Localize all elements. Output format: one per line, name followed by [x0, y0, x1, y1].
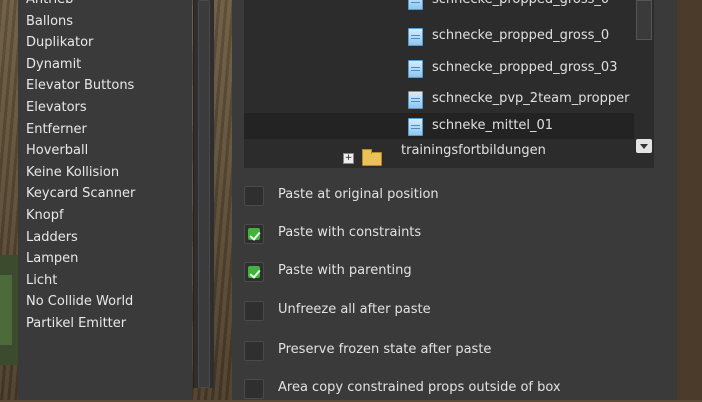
option-label: Unfreeze all after paste	[278, 302, 431, 317]
file-icon	[408, 60, 423, 78]
file-tree-scrollbar-thumb[interactable]	[636, 0, 652, 40]
checkbox[interactable]	[244, 301, 264, 321]
tree-file-label: schnecke_propped_gross_0	[432, 28, 610, 43]
option-unfreeze-all[interactable]: Unfreeze all after paste	[244, 296, 664, 322]
tool-category-item[interactable]: Elevators	[18, 97, 192, 119]
tool-list-scrollbar-thumb[interactable]	[198, 0, 210, 388]
tool-category-item[interactable]: No Collide World	[18, 291, 192, 313]
tool-category-item[interactable]: Entferner	[18, 119, 192, 141]
tree-folder-row[interactable]: + trainingsfortbildungen	[244, 144, 654, 168]
tool-category-item[interactable]: Hoverball	[18, 140, 192, 162]
checkbox[interactable]	[244, 186, 264, 206]
tool-category-item[interactable]: Partikel Emitter	[18, 313, 192, 335]
option-preserve-frozen-state[interactable]: Preserve frozen state after paste	[244, 336, 664, 362]
tool-category-item[interactable]: Ladders	[18, 227, 192, 249]
tool-list-scrollbar[interactable]	[193, 0, 214, 388]
tool-category-item[interactable]: Dynamit	[18, 54, 192, 76]
chevron-down-icon[interactable]	[636, 139, 652, 153]
checkbox[interactable]	[244, 341, 264, 361]
tool-category-list: AntriebBallonsDuplikatorDynamitElevator …	[18, 0, 192, 400]
tool-category-item[interactable]: Licht	[18, 270, 192, 292]
tree-file-row[interactable]: schnecke_propped_gross_0	[244, 0, 654, 13]
option-label: Paste with parenting	[278, 263, 412, 278]
tool-category-item[interactable]: Keine Kollision	[18, 162, 192, 184]
duplicator-settings-panel: schnecke_propped_gross_0 schnecke_proppe…	[232, 0, 677, 400]
tool-category-item[interactable]: Ballons	[18, 11, 192, 33]
option-paste-original-position[interactable]: Paste at original position	[244, 181, 664, 207]
file-icon	[408, 118, 423, 136]
tool-category-item[interactable]: Knopf	[18, 205, 192, 227]
tree-file-label: schneke_mittel_01	[432, 118, 554, 133]
file-icon	[408, 0, 423, 10]
folder-icon	[362, 149, 382, 166]
option-label: Paste at original position	[278, 187, 439, 202]
tool-category-item[interactable]: Antrieb	[18, 0, 192, 11]
tree-file-label: schnecke_propped_gross_0	[432, 0, 609, 13]
option-area-copy-constrained[interactable]: Area copy constrained props outside of b…	[244, 374, 664, 400]
option-paste-with-constraints[interactable]: Paste with constraints	[244, 219, 664, 245]
tree-folder-label: trainingsfortbildungen	[401, 144, 546, 158]
file-tree: schnecke_propped_gross_0 schnecke_proppe…	[244, 0, 654, 168]
tool-category-item[interactable]: Elevator Buttons	[18, 75, 192, 97]
tool-category-item[interactable]: Duplikator	[18, 32, 192, 54]
option-label: Preserve frozen state after paste	[278, 342, 492, 357]
background-edge	[677, 0, 702, 400]
tree-file-label: schnecke_pvp_2team_propper	[432, 91, 630, 106]
tool-category-item[interactable]: Keycard Scanner	[18, 183, 192, 205]
checkbox[interactable]	[244, 224, 264, 244]
file-icon	[408, 91, 423, 109]
checkbox[interactable]	[244, 262, 264, 282]
checkbox[interactable]	[244, 379, 264, 399]
tree-file-label: schnecke_propped_gross_03	[432, 60, 618, 75]
option-paste-with-parenting[interactable]: Paste with parenting	[244, 257, 664, 283]
tree-file-row[interactable]: schneke_mittel_01	[244, 113, 654, 139]
tree-file-row[interactable]: schnecke_propped_gross_0	[244, 23, 654, 49]
file-icon	[408, 28, 423, 46]
background-foliage-light	[0, 275, 12, 345]
option-label: Paste with constraints	[278, 225, 422, 240]
tree-file-row[interactable]: schnecke_pvp_2team_propper	[244, 86, 654, 112]
tree-file-row[interactable]: schnecke_propped_gross_03	[244, 55, 654, 81]
option-label: Area copy constrained props outside of b…	[278, 380, 561, 395]
expand-icon[interactable]: +	[343, 153, 354, 164]
tool-category-item[interactable]: Lampen	[18, 248, 192, 270]
